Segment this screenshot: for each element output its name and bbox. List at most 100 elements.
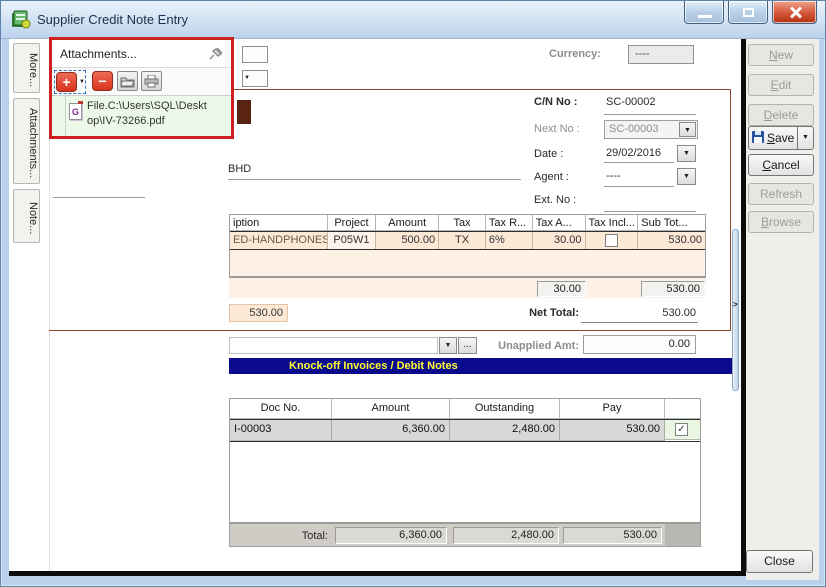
add-dropdown-arrow[interactable]: ▼ [79,79,85,85]
item-table-header: iption Project Amount Tax Tax R... Tax A… [230,215,705,231]
minimize-icon [698,15,712,18]
cancel-button[interactable]: Cancel [748,154,814,176]
chevron-down-icon: ▼ [445,342,452,349]
next-no-label: Next No : [534,123,580,135]
remove-attachment-button[interactable]: − [92,71,113,91]
ko-doc-no[interactable]: I-00003 [230,420,332,441]
edit-button-label: Edit [771,75,792,95]
browse-button[interactable]: Browse [748,211,814,233]
col-description[interactable]: iption [230,215,328,231]
net-total-underline [581,322,698,323]
unapplied-label: Unapplied Amt: [459,340,579,352]
refresh-button[interactable]: Refresh [748,183,814,205]
chevron-right-icon: > [733,300,738,309]
close-button[interactable]: Close [746,550,813,573]
net-total-label: Net Total: [461,307,579,319]
ko-outstanding[interactable]: 2,480.00 [450,420,560,441]
maximize-icon [743,8,754,17]
refresh-button-label: Refresh [760,187,802,201]
popup-title: Attachments... [60,47,137,61]
edit-button[interactable]: Edit [748,74,814,96]
item-tax-amount[interactable]: 30.00 [533,232,586,249]
item-tax-rate[interactable]: 6% [486,232,533,249]
pin-icon[interactable] [208,46,224,62]
item-description[interactable]: ED-HANDPHONES [230,232,328,249]
chevron-down-icon: ▼ [683,173,690,180]
maximize-button[interactable] [728,1,768,24]
open-attachment-button[interactable] [117,71,138,91]
cn-no-underline [604,114,696,115]
unapplied-field: 0.00 [583,335,696,354]
cancel-button-label: Cancel [762,155,799,175]
tax-inclusive-checkbox[interactable] [605,234,618,247]
item-project[interactable]: P05W1 [328,232,377,249]
add-attachment-button[interactable]: + [56,72,77,92]
close-window-button[interactable] [772,1,817,24]
folder-icon [120,75,135,88]
item-tax[interactable]: TX [439,232,486,249]
ko-check-cell: ✓ [665,420,700,440]
sidebar-tab-attachments[interactable]: Attachments... [13,98,40,184]
cn-no-value: SC-00002 [606,96,656,108]
attachment-item[interactable]: File.C:\Users\SQL\Deskt op\IV-73266.pdf [87,99,229,129]
sidebar-tab-note[interactable]: Note... [13,189,40,243]
col-outstanding[interactable]: Outstanding [450,399,560,419]
knockoff-checkbox[interactable]: ✓ [675,423,688,436]
item-table-footer: 30.00 530.00 [229,277,706,298]
col-tax-inclusive[interactable]: Tax Incl... [586,215,639,231]
ko-pay[interactable]: 530.00 [560,420,665,441]
col-sub-total[interactable]: Sub Tot... [638,215,705,231]
knockoff-row[interactable]: I-00003 6,360.00 2,480.00 530.00 ✓ [230,419,700,442]
item-row[interactable]: ED-HANDPHONES P05W1 500.00 TX 6% 30.00 5… [230,231,705,250]
popup-toolbar: + ▼ − [52,68,231,96]
col-knockoff-check [665,399,700,419]
hidden-combo-fragment: ▼ [242,70,268,87]
col-amount[interactable]: Amount [376,215,439,231]
col-pay[interactable]: Pay [560,399,665,419]
knockoff-doc-field[interactable] [229,337,438,354]
col-project[interactable]: Project [328,215,377,231]
ext-no-label: Ext. No : [534,194,576,206]
col-tax-amount[interactable]: Tax A... [533,215,586,231]
delete-button[interactable]: Delete [748,104,814,126]
next-no-combobox[interactable]: SC-00003 ▼ [604,120,698,139]
knockoff-doc-dropdown-button[interactable]: ▼ [439,337,457,354]
col-doc-no[interactable]: Doc No. [230,399,332,419]
hidden-combo-fragment [242,46,268,63]
sidebar-tab-attachments-label: Attachments... [27,108,39,178]
new-button[interactable]: New [748,44,814,66]
minimize-button[interactable] [684,1,724,24]
date-label: Date : [534,148,563,160]
supplier-underline [228,179,521,180]
knockoff-section-title: Knock-off Invoices / Debit Notes [289,360,458,372]
item-tax-inclusive-cell [586,232,639,249]
col-ko-amount[interactable]: Amount [332,399,450,419]
item-sub-total[interactable]: 530.00 [638,232,705,249]
save-dropdown-button[interactable]: ▼ [797,126,814,150]
titlebar[interactable]: Supplier Credit Note Entry [1,1,826,39]
print-attachment-button[interactable] [141,71,162,91]
chevron-down-icon: ▼ [683,150,690,157]
knockoff-outstanding-total: 2,480.00 [453,527,559,544]
save-button-label: Save [767,127,794,149]
date-underline [604,162,674,163]
item-amount[interactable]: 500.00 [376,232,439,249]
attachment-list: G File.C:\Users\SQL\Deskt op\IV-73266.pd… [52,96,231,136]
plus-icon: + [62,74,70,90]
col-tax[interactable]: Tax [439,215,486,231]
supplier-name-fragment: BHD [228,163,251,175]
chevron-down-icon: ▼ [802,134,809,141]
browse-button-label: Browse [761,212,801,232]
save-button[interactable]: Save [748,126,798,150]
currency-field: ---- [628,45,694,64]
pdf-icon-mark [78,101,83,104]
content-bottom-frame [9,571,746,576]
agent-dropdown-button[interactable]: ▼ [677,168,696,185]
panel-splitter[interactable]: > [732,229,739,391]
date-dropdown-button[interactable]: ▼ [677,145,696,162]
sidebar-tab-more[interactable]: More... [13,43,40,93]
ko-amount[interactable]: 6,360.00 [332,420,450,441]
knockoff-footer: Total: 6,360.00 2,480.00 530.00 [230,522,700,546]
next-no-dropdown-button[interactable]: ▼ [679,122,696,137]
col-tax-rate[interactable]: Tax R... [486,215,533,231]
